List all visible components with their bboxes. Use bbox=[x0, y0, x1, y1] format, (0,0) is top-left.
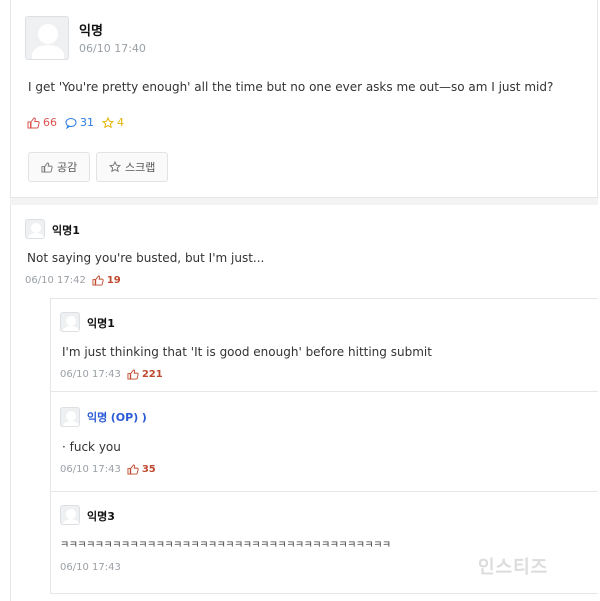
original-post: 익명 06/10 17:40 I get 'You're pretty enou… bbox=[10, 0, 598, 198]
reply-meta: 06/10 17:43 bbox=[60, 562, 121, 573]
reply-author-avatar[interactable] bbox=[60, 505, 80, 525]
comment-like[interactable]: 19 bbox=[92, 275, 121, 286]
reply-like-count: 221 bbox=[141, 369, 163, 380]
reply-author-name[interactable]: 익명3 bbox=[87, 508, 115, 524]
reply-timestamp: 06/10 17:43 bbox=[60, 562, 121, 573]
post-scrap-count: 4 bbox=[102, 116, 124, 129]
reply-author-name[interactable]: 익명 bbox=[87, 411, 107, 424]
comment-icon bbox=[65, 117, 77, 129]
thumbs-up-icon bbox=[27, 116, 40, 128]
reply-like[interactable]: 221 bbox=[127, 369, 163, 380]
post-stats: 66 31 4 bbox=[27, 116, 124, 129]
section-divider bbox=[10, 198, 598, 205]
post-author-name[interactable]: 익명 bbox=[79, 20, 103, 39]
reply-author-avatar[interactable] bbox=[60, 407, 80, 427]
post-comment-count-value: 31 bbox=[80, 116, 94, 129]
reply-author-avatar[interactable] bbox=[60, 312, 80, 332]
comment-meta: 06/10 17:42 19 bbox=[25, 275, 121, 286]
op-close-paren: ) bbox=[141, 411, 147, 424]
thumbs-up-icon bbox=[127, 464, 139, 475]
scrap-button[interactable]: 스크랩 bbox=[96, 152, 169, 182]
reply-item: 익명 (OP) ) · fuck you 06/10 17:43 35 bbox=[50, 392, 598, 492]
reply-timestamp: 06/10 17:43 bbox=[60, 369, 121, 380]
post-like-count: 66 bbox=[27, 116, 57, 129]
reply-text: · fuck you bbox=[62, 440, 121, 454]
reply-like-count: 35 bbox=[141, 464, 156, 475]
thumbs-up-icon bbox=[41, 161, 53, 173]
comment-text: Not saying you're busted, but I'm just..… bbox=[27, 251, 265, 265]
reply-timestamp: 06/10 17:43 bbox=[60, 464, 121, 475]
thumbs-up-icon bbox=[127, 369, 139, 380]
post-like-count-value: 66 bbox=[43, 116, 57, 129]
comment-author-avatar[interactable] bbox=[25, 219, 45, 239]
scrap-button-label: 스크랩 bbox=[125, 161, 156, 174]
comment-timestamp: 06/10 17:42 bbox=[25, 275, 86, 286]
post-author-avatar[interactable] bbox=[25, 16, 69, 60]
reply-meta: 06/10 17:43 35 bbox=[60, 464, 156, 475]
reply-text: ㅋㅋㅋㅋㅋㅋㅋㅋㅋㅋㅋㅋㅋㅋㅋㅋㅋㅋㅋㅋㅋㅋㅋㅋㅋㅋㅋㅋㅋㅋㅋㅋㅋㅋㅋㅋㅋㅋ bbox=[60, 540, 391, 551]
reply-meta: 06/10 17:43 221 bbox=[60, 369, 163, 380]
reply-author-name[interactable]: 익명1 bbox=[87, 315, 115, 331]
post-body-text: I get 'You're pretty enough' all the tim… bbox=[28, 80, 554, 94]
reply-like[interactable]: 35 bbox=[127, 464, 156, 475]
site-watermark: 인스티즈 bbox=[478, 557, 549, 578]
op-tag: (OP) bbox=[110, 411, 139, 424]
star-icon bbox=[102, 116, 114, 128]
like-button-label: 공감 bbox=[57, 161, 78, 174]
thumbs-up-icon bbox=[92, 275, 104, 286]
reply-author-line: 익명 (OP) ) bbox=[87, 409, 147, 425]
post-comment-count: 31 bbox=[65, 116, 94, 129]
reply-text: I'm just thinking that 'It is good enoug… bbox=[62, 345, 432, 359]
post-timestamp: 06/10 17:40 bbox=[79, 42, 146, 55]
star-icon bbox=[109, 161, 121, 173]
post-scrap-count-value: 4 bbox=[117, 116, 124, 129]
reply-item: 익명1 I'm just thinking that 'It is good e… bbox=[50, 298, 598, 392]
comment-like-count: 19 bbox=[106, 275, 121, 286]
like-button[interactable]: 공감 bbox=[28, 152, 91, 182]
comment-author-name[interactable]: 익명1 bbox=[52, 222, 80, 238]
